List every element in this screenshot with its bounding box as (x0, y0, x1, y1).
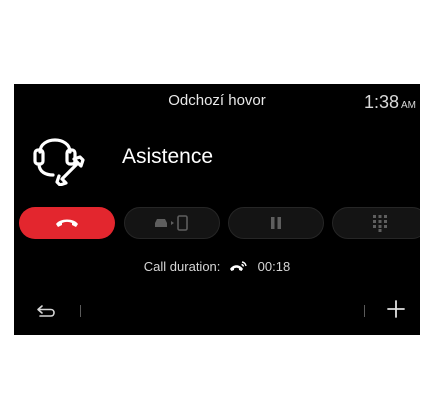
hold-button[interactable] (228, 207, 324, 239)
phone-signal-icon (230, 260, 247, 271)
keypad-icon (373, 215, 387, 232)
keypad-button[interactable] (332, 207, 420, 239)
plus-icon[interactable] (386, 299, 406, 319)
hang-up-icon (56, 219, 78, 227)
call-duration: Call duration: 00:18 (14, 259, 420, 276)
back-arrow-icon[interactable] (36, 301, 60, 321)
call-duration-value: 00:18 (257, 259, 291, 274)
clock: 1:38 AM (364, 92, 416, 113)
pause-icon (271, 217, 281, 229)
car-to-phone-icon (155, 215, 188, 231)
call-duration-label: Call duration: (143, 259, 221, 274)
end-call-button[interactable] (19, 207, 115, 239)
call-screen: Odchozí hovor 1:38 AM Asistence Call dur… (14, 84, 420, 335)
clock-time: 1:38 (363, 92, 399, 112)
call-status-title: Odchozí hovor (168, 92, 266, 109)
headset-wrench-icon (33, 138, 85, 186)
transfer-to-phone-button[interactable] (124, 207, 220, 239)
footer-divider-right (364, 305, 365, 317)
clock-ampm: AM (401, 100, 416, 111)
footer-divider-left (80, 305, 81, 317)
contact-name: Asistence (122, 145, 214, 168)
